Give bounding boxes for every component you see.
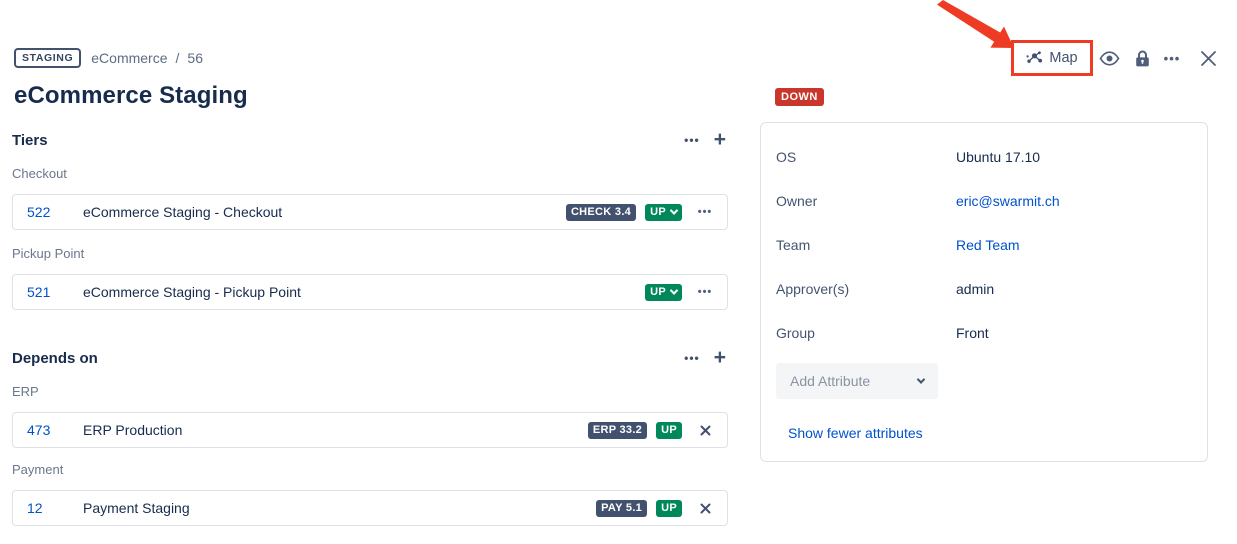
close-icon [700,425,711,436]
status-dropdown[interactable]: UP [645,204,682,221]
tier-row-checkout[interactable]: 522 eCommerce Staging - Checkout CHECK 3… [12,194,728,230]
attribute-row-group: Group Front [776,311,1192,355]
status-badge: UP [656,500,682,517]
close-icon [700,503,711,514]
map-button-label: Map [1049,50,1077,66]
add-attribute-label: Add Attribute [790,373,870,389]
attributes-panel: OS Ubuntu 17.10 Owner eric@swarmit.ch Te… [760,122,1208,462]
breadcrumb: STAGING eCommerce / 56 [14,48,203,68]
group-label-checkout: Checkout [12,166,728,182]
attribute-label: Approver(s) [776,281,956,297]
attribute-label: Team [776,237,956,253]
attribute-label: Group [776,325,956,341]
group-label-erp: ERP [12,384,728,400]
breadcrumb-separator: / [176,50,180,66]
page-title: eCommerce Staging [14,82,248,110]
close-button[interactable] [1196,46,1220,70]
tiers-add-button[interactable]: + [714,131,726,149]
dependency-row-erp[interactable]: 473 ERP Production ERP 33.2 UP [12,412,728,448]
version-badge: ERP 33.2 [588,422,647,439]
lock-button[interactable] [1130,46,1154,70]
group-label-payment: Payment [12,462,728,478]
object-id-link[interactable]: 522 [27,204,69,220]
attribute-value: admin [956,281,994,297]
attribute-value: Ubuntu 17.10 [956,149,1040,165]
add-attribute-dropdown[interactable]: Add Attribute [776,363,938,399]
attribute-row-approvers: Approver(s) admin [776,267,1192,311]
section-title: Depends on [12,350,98,367]
group-label-pickup-point: Pickup Point [12,246,728,262]
show-fewer-attributes-link[interactable]: Show fewer attributes [788,425,923,441]
chevron-down-icon [670,206,678,214]
attribute-row-os: OS Ubuntu 17.10 [776,135,1192,179]
row-more-button[interactable]: ••• [695,286,715,298]
environment-badge: STAGING [14,48,81,68]
attribute-label: OS [776,149,956,165]
more-actions-button[interactable]: ••• [1160,46,1184,70]
attribute-value: Front [956,325,989,341]
breadcrumb-object-type[interactable]: eCommerce [91,50,167,66]
tier-row-pickup-point[interactable]: 521 eCommerce Staging - Pickup Point UP … [12,274,728,310]
chevron-down-icon [670,286,678,294]
eye-icon [1099,51,1120,66]
close-icon [1200,50,1217,67]
row-more-button[interactable]: ••• [695,206,715,218]
object-id-link[interactable]: 12 [27,500,69,516]
chevron-down-icon [917,375,925,383]
object-name: ERP Production [83,422,588,438]
section-title: Tiers [12,132,48,149]
object-name: Payment Staging [83,500,596,516]
attribute-row-owner: Owner eric@swarmit.ch [776,179,1192,223]
status-label: UP [650,206,666,219]
ellipsis-icon: ••• [1164,51,1181,66]
team-link[interactable]: Red Team [956,237,1020,253]
object-id-link[interactable]: 521 [27,284,69,300]
depends-on-more-button[interactable]: ••• [684,351,700,365]
object-name: eCommerce Staging - Pickup Point [83,284,645,300]
tiers-more-button[interactable]: ••• [684,133,700,147]
relations-column: Tiers ••• + Checkout 522 eCommerce Stagi… [12,130,728,526]
status-dropdown[interactable]: UP [645,284,682,301]
ellipsis-icon: ••• [698,286,713,298]
row-remove-button[interactable] [695,425,715,436]
attribute-row-team: Team Red Team [776,223,1192,267]
status-badge: UP [656,422,682,439]
breadcrumb-object-id[interactable]: 56 [187,50,203,66]
version-badge: PAY 5.1 [596,500,647,517]
row-remove-button[interactable] [695,503,715,514]
dependency-row-payment[interactable]: 12 Payment Staging PAY 5.1 UP [12,490,728,526]
map-button[interactable]: Map [1011,40,1093,76]
status-label: UP [650,286,666,299]
section-header-depends-on: Depends on ••• + [12,348,728,368]
object-name: eCommerce Staging - Checkout [83,204,566,220]
section-header-tiers: Tiers ••• + [12,130,728,150]
map-network-icon [1026,50,1043,66]
status-badge-down: DOWN [775,88,824,106]
owner-link[interactable]: eric@swarmit.ch [956,193,1060,209]
version-badge: CHECK 3.4 [566,204,636,221]
ellipsis-icon: ••• [698,206,713,218]
watch-button[interactable] [1097,46,1121,70]
lock-icon [1135,50,1150,67]
object-id-link[interactable]: 473 [27,422,69,438]
depends-on-add-button[interactable]: + [714,349,726,367]
attribute-label: Owner [776,193,956,209]
